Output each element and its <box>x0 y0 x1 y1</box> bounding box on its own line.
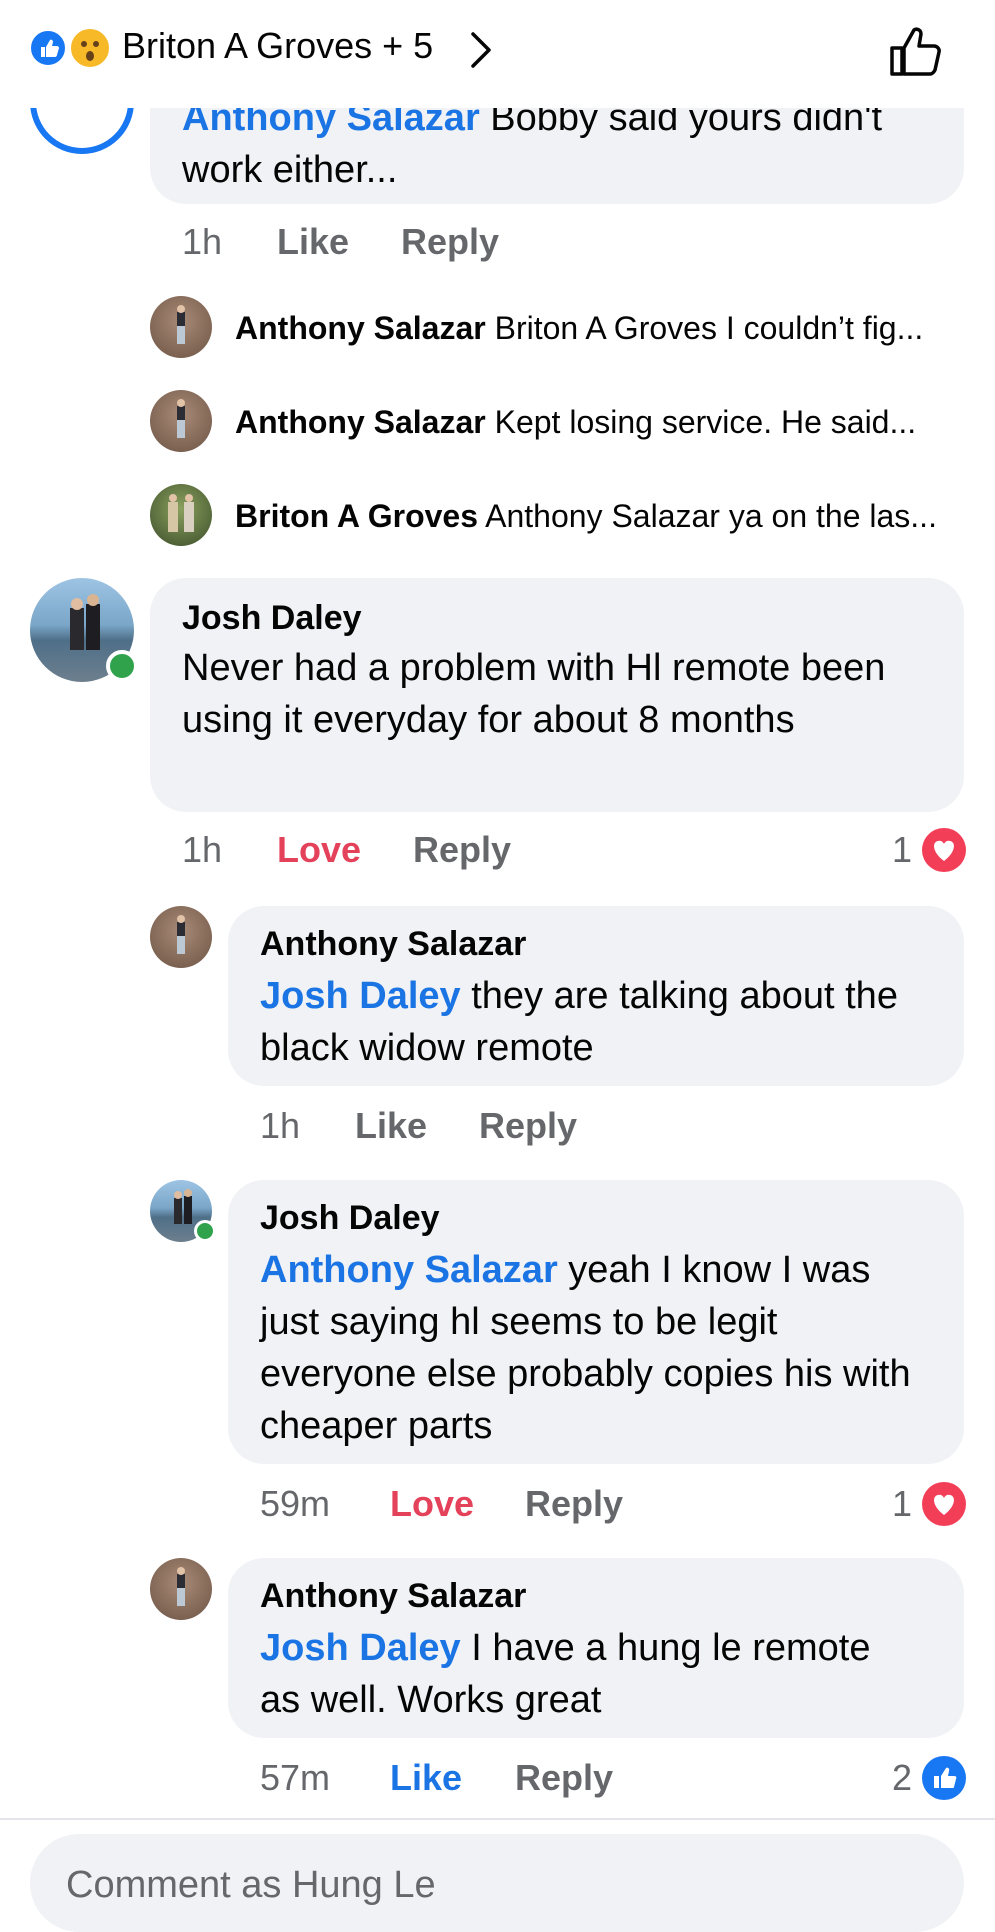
like-reaction-icon <box>28 28 68 68</box>
reply-time: 1h <box>260 1105 301 1146</box>
reply-button[interactable]: Reply <box>525 1483 623 1524</box>
love-reaction-button[interactable]: Love <box>277 829 361 870</box>
reply-author[interactable]: Josh Daley <box>260 1196 440 1240</box>
reply-time: 59m <box>260 1483 331 1524</box>
wow-reaction-icon <box>68 26 112 70</box>
like-reaction-icon <box>922 1756 966 1800</box>
like-button[interactable]: Like <box>355 1105 427 1146</box>
love-reaction-button[interactable]: Love <box>390 1483 474 1524</box>
reply-author[interactable]: Anthony Salazar <box>260 1574 526 1618</box>
comment-time: 1h <box>182 221 223 262</box>
mention-link[interactable]: Anthony Salazar <box>260 1249 558 1291</box>
like-button[interactable]: Like <box>390 1757 462 1798</box>
reply-bubble: Anthony Salazar Josh Daley I have a hung… <box>228 1558 964 1738</box>
reaction-count[interactable]: 1 <box>892 1482 912 1526</box>
comment-composer[interactable] <box>30 1834 964 1932</box>
mention-link[interactable]: Josh Daley <box>260 1627 461 1669</box>
comment-input[interactable] <box>64 1854 928 1916</box>
reply-button[interactable]: Reply <box>479 1105 577 1146</box>
reaction-count[interactable]: 1 <box>892 828 912 872</box>
avatar[interactable] <box>150 390 212 452</box>
reply-text: Anthony Salazar yeah I know I was just s… <box>260 1249 911 1447</box>
reply-button[interactable]: Reply <box>413 829 511 870</box>
thumbs-up-outline-icon[interactable] <box>888 24 944 78</box>
reaction-count[interactable]: 2 <box>892 1756 912 1800</box>
top-header: Briton A Groves + 5 <box>0 0 995 108</box>
online-status-indicator <box>106 650 138 682</box>
chevron-right-icon[interactable] <box>468 30 494 70</box>
heart-icon <box>922 1482 966 1526</box>
reply-time: 57m <box>260 1757 331 1798</box>
reply-button[interactable]: Reply <box>401 221 499 262</box>
reply-text: Josh Daley I have a hung le remote as we… <box>260 1627 871 1721</box>
avatar[interactable] <box>150 296 212 358</box>
like-button[interactable]: Like <box>277 221 349 262</box>
collapsed-reply[interactable]: Anthony Salazar Briton A Groves I couldn… <box>235 306 923 350</box>
reply-button[interactable]: Reply <box>515 1757 613 1798</box>
comment-bubble: Josh Daley Never had a problem with Hl r… <box>150 578 964 812</box>
reply-bubble: Josh Daley Anthony Salazar yeah I know I… <box>228 1180 964 1464</box>
mention-link[interactable]: Josh Daley <box>260 975 461 1017</box>
avatar[interactable] <box>150 484 212 546</box>
comment-author[interactable]: Josh Daley <box>182 596 362 640</box>
avatar[interactable] <box>150 1558 212 1620</box>
comment-text-line2: work either... <box>182 149 398 191</box>
online-status-indicator <box>194 1220 216 1242</box>
collapsed-reply[interactable]: Briton A Groves Anthony Salazar ya on th… <box>235 494 937 538</box>
reply-author[interactable]: Anthony Salazar <box>260 922 526 966</box>
comment-time: 1h <box>182 829 223 870</box>
heart-icon <box>922 828 966 872</box>
reactors-title[interactable]: Briton A Groves + 5 <box>122 24 433 68</box>
reply-bubble: Anthony Salazar Josh Daley they are talk… <box>228 906 964 1086</box>
divider <box>0 1818 995 1820</box>
reply-text: Josh Daley they are talking about the bl… <box>260 975 898 1069</box>
collapsed-reply[interactable]: Anthony Salazar Kept losing service. He … <box>235 400 916 444</box>
avatar[interactable] <box>150 906 212 968</box>
comment-text: Never had a problem with Hl remote been … <box>182 647 886 741</box>
